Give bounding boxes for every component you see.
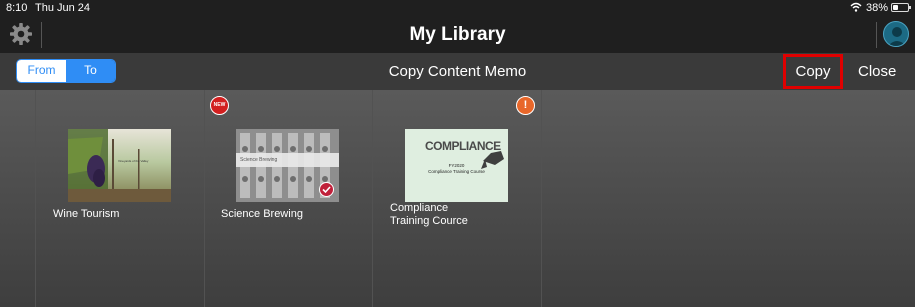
library-item-compliance-training[interactable]: COMPLIANCE FY2020 Compliance Training Co… (372, 90, 541, 307)
wifi-icon (850, 2, 862, 12)
close-button[interactable]: Close (858, 63, 896, 80)
library-grid: Vineyards of the Valley Wine Tourism Sci… (0, 90, 915, 307)
user-avatar-icon[interactable] (883, 21, 909, 47)
page-title: My Library (409, 24, 506, 45)
thumb-subtitle: FY2020 Compliance Training Course (428, 163, 485, 174)
library-item-science-brewing[interactable]: Science Brewing Science Brewing (204, 90, 372, 307)
item-label: Wine Tourism (53, 208, 120, 220)
title-bar: My Library (0, 16, 915, 53)
status-time: 8:10 (6, 2, 28, 14)
status-bar: 8:10 Thu Jun 24 38% (0, 0, 915, 16)
checkmark-icon (319, 182, 334, 197)
item-thumbnail: COMPLIANCE FY2020 Compliance Training Co… (405, 129, 508, 202)
new-badge: NEW (210, 96, 229, 115)
battery-icon (891, 3, 911, 12)
item-thumbnail: Vineyards of the Valley (68, 129, 171, 202)
column-divider (541, 90, 542, 307)
item-label: Science Brewing (221, 208, 303, 220)
thumb-caption: Science Brewing (240, 157, 278, 163)
memo-toolbar: From To Copy Content Memo Copy Close (0, 53, 915, 90)
battery-percent: 38% (866, 2, 889, 14)
thumb-caption: Vineyards of the Valley (118, 159, 149, 163)
copy-button[interactable]: Copy (783, 54, 843, 89)
thumb-title: COMPLIANCE (425, 139, 501, 153)
library-item-wine-tourism[interactable]: Vineyards of the Valley Wine Tourism (0, 90, 204, 307)
warning-badge: ! (516, 96, 535, 115)
memo-title: Copy Content Memo (388, 63, 527, 80)
title-divider (876, 22, 877, 48)
battery-fill (893, 5, 898, 10)
item-label: Compliance Training Cource (390, 202, 468, 227)
status-date: Thu Jun 24 (35, 2, 91, 14)
item-thumbnail: Science Brewing (236, 129, 339, 202)
